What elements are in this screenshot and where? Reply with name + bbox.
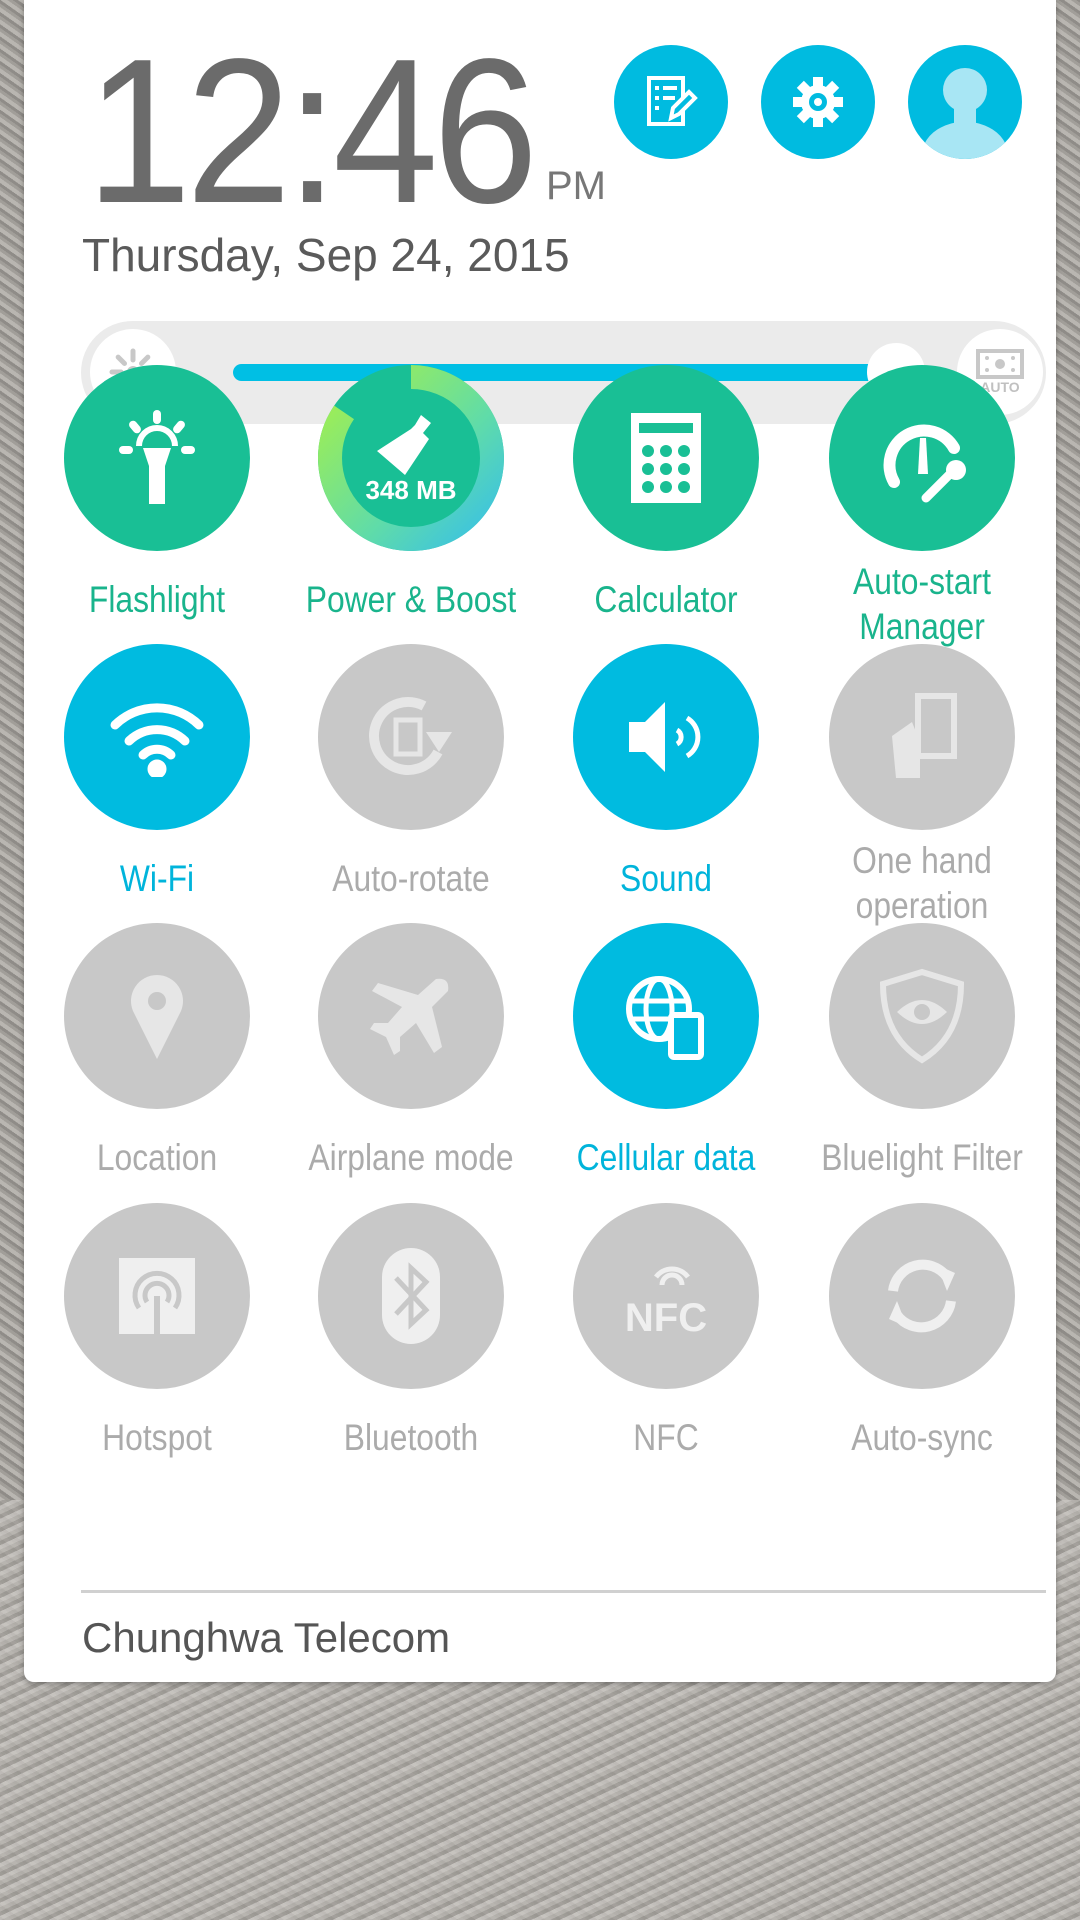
- tile-label: Hotspot: [22, 1415, 292, 1460]
- tile-wi-fi[interactable]: Wi-Fi: [30, 644, 284, 914]
- tile-label: NFC: [531, 1415, 801, 1460]
- hotspot-icon: [119, 1258, 195, 1334]
- tile-button[interactable]: [829, 1203, 1015, 1389]
- memory-free: 348 MB: [365, 474, 457, 505]
- clock-time: 12:46: [86, 16, 538, 246]
- tile-label-line: Hotspot: [102, 1417, 212, 1458]
- tile-label: Airplane mode: [276, 1135, 546, 1180]
- tile-label-line: Power & Boost: [305, 579, 517, 620]
- tile-button[interactable]: [573, 365, 759, 551]
- auto-rotate-icon: [369, 697, 452, 775]
- tile-auto-sync[interactable]: Auto-sync: [795, 1203, 1049, 1473]
- tile-label: Power & Boost: [276, 577, 546, 622]
- tile-button[interactable]: [829, 923, 1015, 1109]
- tile-label: Auto-sync: [787, 1415, 1057, 1460]
- tile-label-line: Calculator: [594, 579, 738, 620]
- tile-label: Cellular data: [531, 1135, 801, 1180]
- svg-text:NFC: NFC: [625, 1296, 707, 1340]
- edit-quick-settings-button[interactable]: [614, 45, 728, 159]
- tile-label-line: Auto-sync: [851, 1417, 993, 1458]
- clock-date[interactable]: Thursday, Sep 24, 2015: [82, 228, 570, 282]
- tile-button[interactable]: [64, 923, 250, 1109]
- user-profile-button[interactable]: [908, 45, 1022, 159]
- tile-cellular-data[interactable]: Cellular data: [539, 923, 793, 1193]
- airplane-icon: [370, 978, 449, 1055]
- tile-button[interactable]: [318, 923, 504, 1109]
- boost-icon: [376, 414, 431, 475]
- tile-flashlight[interactable]: Flashlight: [30, 365, 284, 635]
- tile-label-line: Airplane mode: [308, 1137, 514, 1178]
- one-hand-icon: [892, 693, 957, 778]
- tile-label: Location: [22, 1135, 292, 1180]
- tile-label: Flashlight: [22, 577, 292, 622]
- nfc-icon: NFC: [625, 1266, 707, 1340]
- tile-label-line: Cellular data: [576, 1137, 756, 1178]
- sound-icon: [629, 702, 701, 772]
- user-avatar-icon: [920, 68, 1010, 159]
- tile-button[interactable]: [64, 365, 250, 551]
- clock-ampm: PM: [546, 164, 606, 208]
- tile-nfc[interactable]: NFC NFC: [539, 1203, 793, 1473]
- edit-list-icon: [647, 76, 698, 126]
- auto-sync-icon: [888, 1259, 956, 1333]
- tile-label: Auto-start Manager: [787, 559, 1057, 649]
- tile-label: Bluetooth: [276, 1415, 546, 1460]
- cellular-data-icon: [626, 976, 704, 1060]
- gauge-wrench-icon: [883, 424, 966, 503]
- tile-label-line: Manager: [859, 606, 985, 647]
- tile-auto-start[interactable]: Auto-start Manager: [795, 365, 1049, 647]
- tile-button[interactable]: [318, 1203, 504, 1389]
- tile-location[interactable]: Location: [30, 923, 284, 1193]
- tile-bluetooth[interactable]: Bluetooth: [284, 1203, 538, 1473]
- calculator-icon: [631, 413, 701, 503]
- tile-label: One hand operation: [787, 838, 1057, 928]
- tile-label: Sound: [531, 856, 801, 901]
- tile-label-line: Wi-Fi: [119, 858, 195, 899]
- tile-button[interactable]: NFC: [573, 1203, 759, 1389]
- tile-label-line: Sound: [619, 858, 713, 899]
- tile-hotspot[interactable]: Hotspot: [30, 1203, 284, 1473]
- tile-label-line: Auto-rotate: [332, 858, 490, 899]
- tile-label-line: Location: [96, 1137, 218, 1178]
- gear-icon: [793, 77, 843, 127]
- tile-button[interactable]: [318, 644, 504, 830]
- tile-button[interactable]: 348 MB: [318, 365, 504, 551]
- tile-button[interactable]: [829, 365, 1015, 551]
- location-icon: [131, 975, 183, 1059]
- tile-one-hand[interactable]: One hand operation: [795, 644, 1049, 926]
- tile-power-boost[interactable]: 348 MB Power & Boost: [284, 365, 538, 635]
- tile-label-line: Flashlight: [88, 579, 226, 620]
- tile-label-line: One hand: [852, 840, 992, 881]
- tile-bluelight-filter[interactable]: Bluelight Filter: [795, 923, 1049, 1193]
- tile-label-line: Bluelight Filter: [821, 1137, 1023, 1178]
- tile-label: Bluelight Filter: [787, 1135, 1057, 1180]
- tile-button[interactable]: [64, 644, 250, 830]
- bluetooth-icon: [382, 1248, 440, 1344]
- wifi-icon: [110, 703, 204, 777]
- tile-airplane-mode[interactable]: Airplane mode: [284, 923, 538, 1193]
- flashlight-icon: [119, 410, 195, 504]
- quick-settings-panel: 12:46 PM Thursday, Sep 24, 2015 AUTO Fla…: [24, 0, 1056, 1682]
- tile-label-line: Auto-start: [853, 561, 991, 602]
- carrier-name: Chunghwa Telecom: [82, 1614, 451, 1661]
- tile-calculator[interactable]: Calculator: [539, 365, 793, 635]
- tile-label-line: Bluetooth: [343, 1417, 479, 1458]
- tile-label: Calculator: [531, 577, 801, 622]
- tile-label: Wi-Fi: [22, 856, 292, 901]
- tile-button[interactable]: [573, 644, 759, 830]
- settings-button[interactable]: [761, 45, 875, 159]
- tile-label-line: NFC: [633, 1417, 699, 1458]
- tile-button[interactable]: [829, 644, 1015, 830]
- tile-button[interactable]: [64, 1203, 250, 1389]
- tile-button[interactable]: [573, 923, 759, 1109]
- divider: [81, 1590, 1046, 1593]
- tile-sound[interactable]: Sound: [539, 644, 793, 914]
- bluelight-filter-icon: [879, 968, 965, 1064]
- tile-label-line: operation: [855, 885, 989, 926]
- tile-label: Auto-rotate: [276, 856, 546, 901]
- tile-auto-rotate[interactable]: Auto-rotate: [284, 644, 538, 914]
